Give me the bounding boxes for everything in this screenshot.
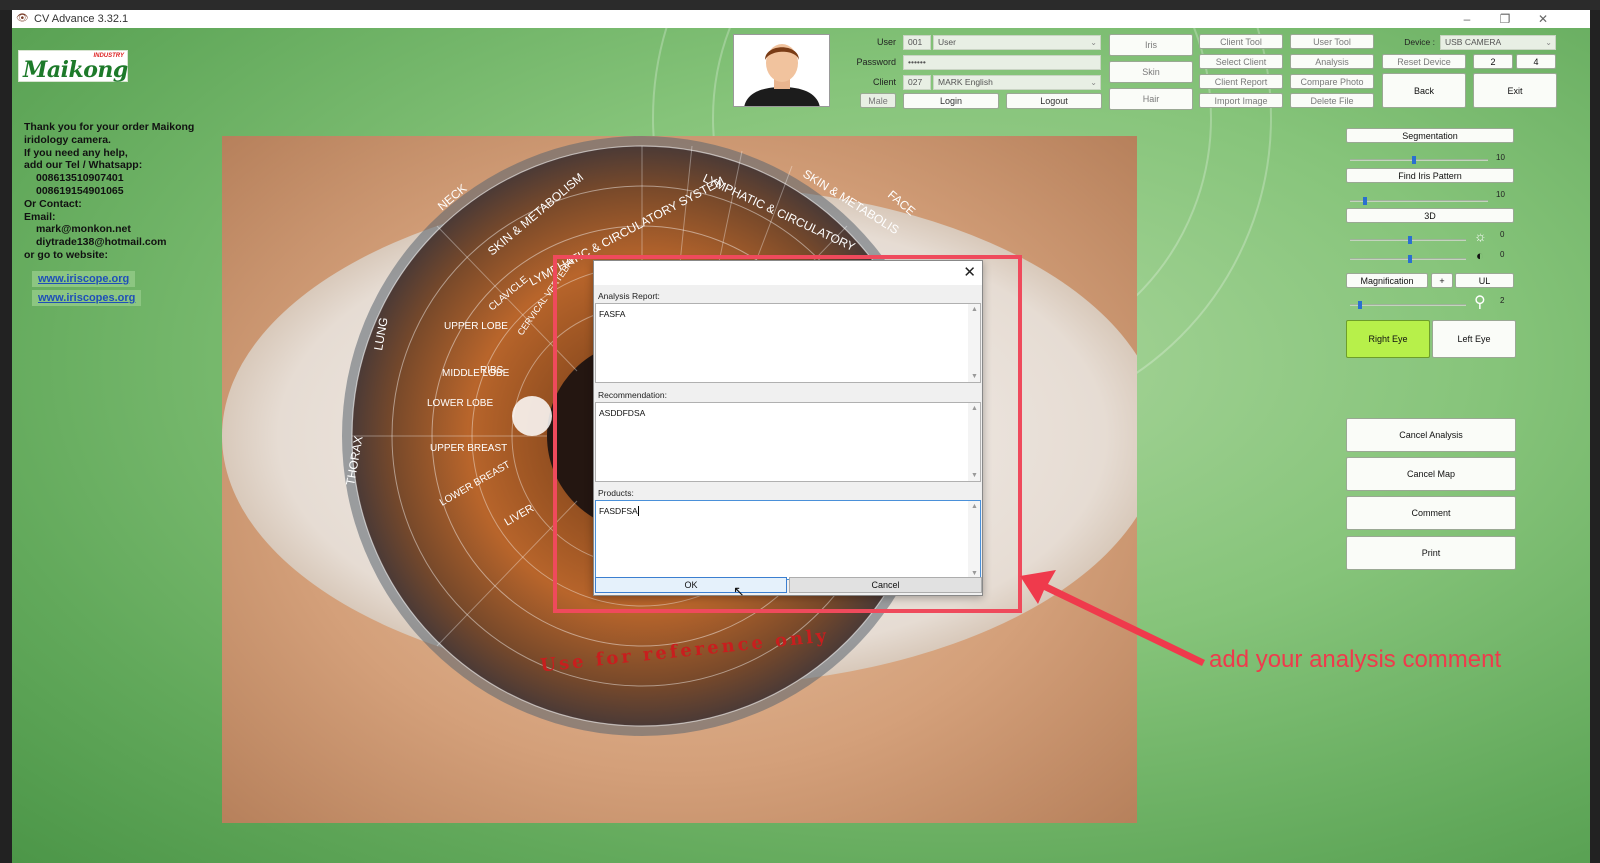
restore-button[interactable]: ❐ <box>1490 10 1520 28</box>
contrast-value: 0 <box>1500 250 1505 259</box>
logo-subtext: INDUSTRY <box>93 53 124 59</box>
contact-phone: 008619154901065 <box>36 184 124 197</box>
top-strip <box>0 0 1600 10</box>
compare-photo-button[interactable]: Compare Photo <box>1290 74 1374 89</box>
client-select[interactable]: MARK English ⌄ <box>933 75 1101 90</box>
back-button[interactable]: Back <box>1382 73 1466 108</box>
contact-line: add our Tel / Whatsapp: <box>24 159 143 172</box>
magnification-button[interactable]: Magnification <box>1346 273 1428 288</box>
login-button[interactable]: Login <box>903 93 999 109</box>
contact-line: If you need any help, <box>24 146 128 159</box>
layout-4-button[interactable]: 4 <box>1516 54 1556 69</box>
device-select[interactable]: USB CAMERA ⌄ <box>1440 35 1556 50</box>
contact-line: Thank you for your order Maikong <box>24 121 195 133</box>
annotation-highlight-box <box>553 255 1022 613</box>
contact-phone: 008613510907401 <box>36 172 124 185</box>
contrast-slider[interactable] <box>1350 255 1466 263</box>
gender-field[interactable]: Male <box>860 93 896 108</box>
slider-thumb[interactable] <box>1408 255 1412 263</box>
ul-button[interactable]: UL <box>1455 273 1514 288</box>
client-label: Client <box>872 77 896 87</box>
screen: 👁 CV Advance 3.32.1 – ❐ ✕ Maikong INDUST… <box>0 0 1600 863</box>
logout-button[interactable]: Logout <box>1006 93 1102 109</box>
segmentation-slider[interactable] <box>1350 156 1488 164</box>
contact-line: iridology camera. <box>24 133 111 146</box>
cancel-analysis-button[interactable]: Cancel Analysis <box>1346 418 1516 452</box>
analysis-button[interactable]: Analysis <box>1290 54 1374 69</box>
magnifier-icon: ⚲ <box>1474 294 1486 311</box>
client-avatar <box>733 34 830 107</box>
device-select-value: USB CAMERA <box>1445 37 1502 47</box>
user-tool-button[interactable]: User Tool <box>1290 34 1374 49</box>
right-eye-button[interactable]: Right Eye <box>1346 320 1430 358</box>
user-code-field[interactable]: 001 <box>903 35 931 50</box>
window-title: CV Advance 3.32.1 <box>34 13 129 25</box>
segmentation-button[interactable]: Segmentation <box>1346 128 1514 143</box>
contact-email: diytrade138@hotmail.com <box>36 236 167 249</box>
logo-text: Maikong <box>23 57 128 83</box>
brightness-slider[interactable] <box>1350 236 1466 244</box>
contrast-icon: ◐ <box>1476 248 1484 263</box>
chevron-down-icon: ⌄ <box>1090 38 1097 47</box>
contact-line: or go to website: <box>24 248 108 261</box>
slider-thumb[interactable] <box>1358 301 1362 309</box>
find-iris-pattern-button[interactable]: Find Iris Pattern <box>1346 168 1514 183</box>
eye-icon: 👁 <box>16 13 29 24</box>
user-label: User <box>876 37 896 47</box>
iris-button[interactable]: Iris <box>1109 34 1193 56</box>
brightness-icon: ☼ <box>1474 228 1487 244</box>
iris-zone-label: UPPER BREAST <box>430 443 507 454</box>
left-eye-button[interactable]: Left Eye <box>1432 320 1516 358</box>
website-link-1[interactable]: www.iriscope.org <box>32 271 136 287</box>
exit-button[interactable]: Exit <box>1473 73 1557 108</box>
find-iris-value: 10 <box>1496 190 1505 199</box>
user-select[interactable]: User ⌄ <box>933 35 1101 50</box>
select-client-button[interactable]: Select Client <box>1199 54 1283 69</box>
user-select-value: User <box>938 37 956 47</box>
iris-zone-label: LOWER LOBE <box>427 398 493 409</box>
iris-zone-label: RIBS <box>480 365 504 376</box>
comment-button[interactable]: Comment <box>1346 496 1516 530</box>
import-image-button[interactable]: Import Image <box>1199 93 1283 108</box>
contact-email: mark@monkon.net <box>36 223 131 236</box>
close-window-button[interactable]: ✕ <box>1528 10 1558 28</box>
magnification-value: 2 <box>1500 296 1505 305</box>
magnification-slider[interactable] <box>1350 301 1466 309</box>
hair-button[interactable]: Hair <box>1109 88 1193 110</box>
annotation-arrow <box>1020 570 1205 666</box>
website-link-2[interactable]: www.iriscopes.org <box>32 290 142 306</box>
client-tool-button[interactable]: Client Tool <box>1199 34 1283 49</box>
skin-button[interactable]: Skin <box>1109 61 1193 83</box>
segmentation-value: 10 <box>1496 153 1505 162</box>
contact-line: Email: <box>24 210 56 223</box>
annotation-text: add your analysis comment <box>1209 646 1502 673</box>
chevron-down-icon: ⌄ <box>1090 78 1097 87</box>
window-titlebar: 👁 CV Advance 3.32.1 – ❐ ✕ <box>12 10 1590 28</box>
reset-device-button[interactable]: Reset Device <box>1382 54 1466 69</box>
3d-button[interactable]: 3D <box>1346 208 1514 223</box>
brand-logo: Maikong INDUSTRY <box>18 50 128 83</box>
slider-thumb[interactable] <box>1412 156 1416 164</box>
slider-thumb[interactable] <box>1408 236 1412 244</box>
app-window: Maikong INDUSTRY Thank you for your orde… <box>12 28 1590 863</box>
client-select-value: MARK English <box>938 77 993 87</box>
password-label: Password <box>856 57 896 67</box>
find-iris-slider[interactable] <box>1350 197 1488 205</box>
contact-line: Or Contact: <box>24 197 82 210</box>
client-report-button[interactable]: Client Report <box>1199 74 1283 89</box>
contact-info: Thank you for your order Maikong iridolo… <box>24 121 194 262</box>
slider-thumb[interactable] <box>1363 197 1367 205</box>
cancel-map-button[interactable]: Cancel Map <box>1346 457 1516 491</box>
zoom-plus-button[interactable]: + <box>1431 273 1453 288</box>
chevron-down-icon: ⌄ <box>1545 38 1552 47</box>
layout-2-button[interactable]: 2 <box>1473 54 1513 69</box>
delete-file-button[interactable]: Delete File <box>1290 93 1374 108</box>
minimize-button[interactable]: – <box>1452 10 1482 28</box>
brightness-value: 0 <box>1500 230 1505 239</box>
device-label: Device : <box>1404 37 1435 47</box>
print-button[interactable]: Print <box>1346 536 1516 570</box>
iris-zone-label: UPPER LOBE <box>444 321 508 332</box>
client-code-field[interactable]: 027 <box>903 75 931 90</box>
password-field[interactable]: •••••• <box>903 55 1101 70</box>
